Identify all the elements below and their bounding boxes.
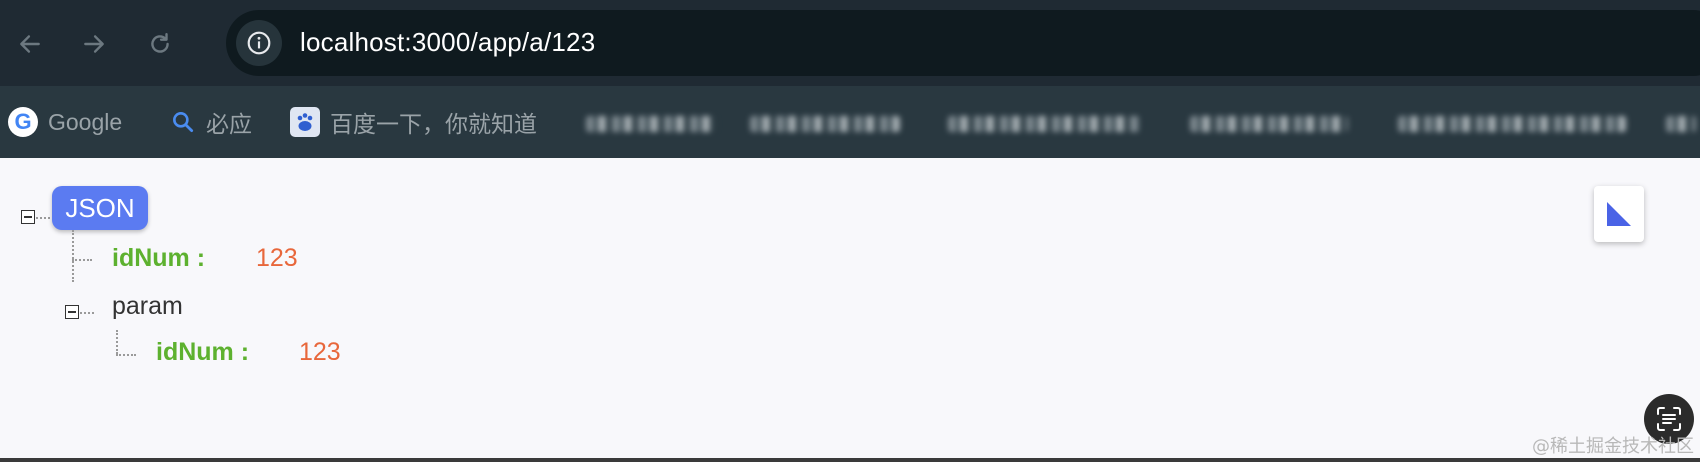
address-bar[interactable]: localhost:3000/app/a/123 xyxy=(226,10,1700,76)
watermark: @稀土掘金技术社区 xyxy=(1532,436,1694,457)
json-key-idnum: idNum : xyxy=(112,244,206,272)
scan-text-icon xyxy=(1657,407,1681,431)
bookmark-baidu[interactable]: 百度一下，你就知道 xyxy=(290,102,537,142)
json-root-badge[interactable]: JSON xyxy=(52,186,148,230)
arrow-right-icon xyxy=(84,35,104,53)
bookmark-label: Google xyxy=(48,108,123,135)
site-info-button[interactable] xyxy=(236,20,282,66)
bookmark-blurred-3[interactable] xyxy=(948,116,1140,132)
tree-connector xyxy=(72,259,92,261)
corner-triangle-icon xyxy=(1607,202,1631,226)
bookmark-blurred-5[interactable] xyxy=(1398,116,1626,132)
google-icon: G xyxy=(8,107,38,137)
tree-connector xyxy=(80,312,94,314)
bookmark-blurred-1[interactable] xyxy=(586,116,716,132)
bookmark-blurred-4[interactable] xyxy=(1190,116,1348,132)
collapse-all-button[interactable] xyxy=(1594,186,1644,242)
json-value-idnum: 123 xyxy=(256,244,298,272)
window-bottom-edge xyxy=(0,458,1700,462)
tree-connector xyxy=(116,330,118,354)
collapse-root-toggle[interactable] xyxy=(21,210,35,224)
back-button[interactable] xyxy=(10,24,50,64)
browser-toolbar: localhost:3000/app/a/123 xyxy=(0,0,1700,86)
reload-button[interactable] xyxy=(140,24,180,64)
bookmark-label: 百度一下，你就知道 xyxy=(330,111,537,137)
bookmark-bing[interactable]: 必应 xyxy=(170,102,252,142)
tree-connector xyxy=(116,354,136,356)
json-key-param[interactable]: param xyxy=(112,292,183,321)
bookmark-google[interactable]: G Google xyxy=(8,102,122,142)
tree-connector xyxy=(72,230,74,282)
forward-button[interactable] xyxy=(74,24,114,64)
bookmarks-bar: G Google 必应 百度一下，你就知道 xyxy=(0,86,1700,158)
bookmark-blurred-2[interactable] xyxy=(750,116,900,132)
tree-connector xyxy=(36,217,50,219)
collapse-param-toggle[interactable] xyxy=(65,305,79,319)
json-key-nested-idnum: idNum : xyxy=(156,338,250,366)
bookmark-blurred-6[interactable] xyxy=(1666,116,1696,132)
reload-icon xyxy=(151,33,169,53)
page-content: JSON idNum : 123 param idNum : 123 xyxy=(0,158,1700,458)
json-value-nested-idnum: 123 xyxy=(299,338,341,366)
url-text[interactable]: localhost:3000/app/a/123 xyxy=(300,27,595,58)
search-icon xyxy=(173,112,194,133)
bookmark-label: 必应 xyxy=(206,111,252,137)
arrow-left-icon xyxy=(20,35,40,53)
info-icon xyxy=(247,31,271,55)
baidu-paw-icon xyxy=(290,107,320,137)
